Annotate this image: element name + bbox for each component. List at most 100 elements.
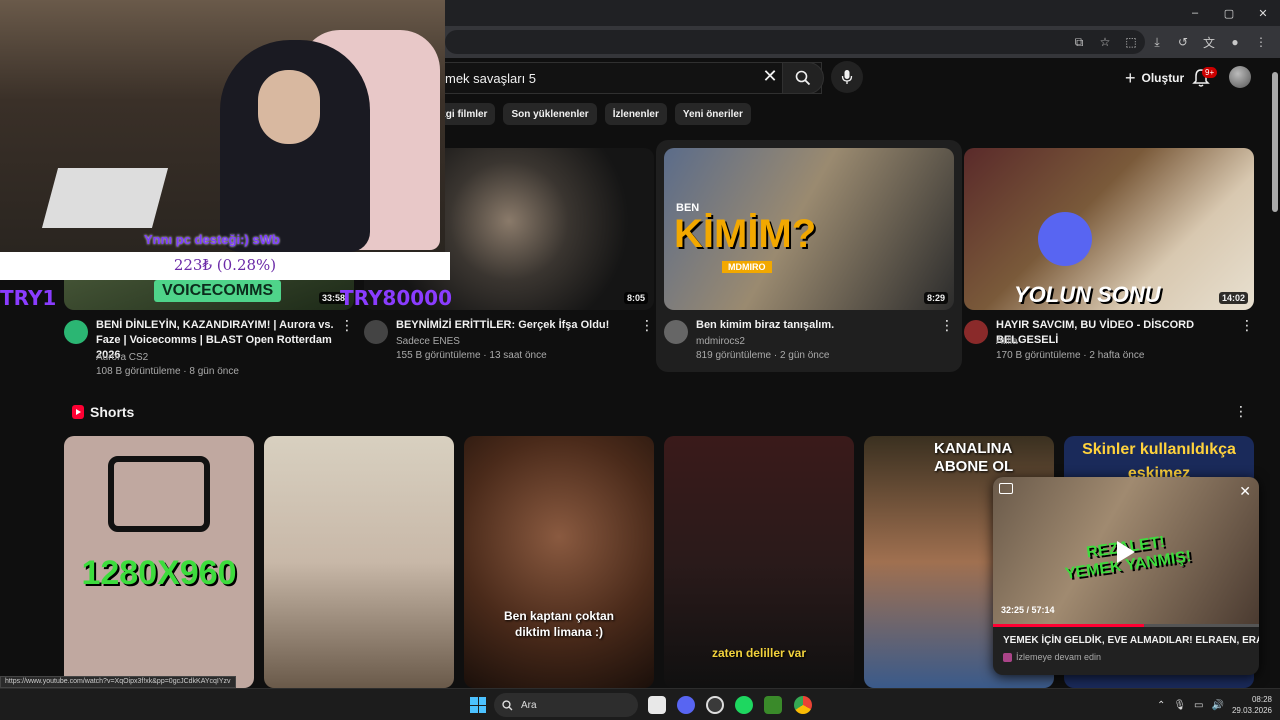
channel-name[interactable]: Atilla [996, 336, 1018, 347]
search-button[interactable] [782, 62, 824, 94]
short-caption: 1280X960 [81, 554, 237, 592]
video-stats: 108 B görüntüleme · 8 gün önce [96, 366, 239, 377]
short-caption: Ben kaptanı çoktan diktim limana :) [503, 609, 615, 639]
channel-name[interactable]: mdmirocs2 [696, 336, 745, 347]
miniplayer-title[interactable]: YEMEK İÇİN GELDİK, EVE ALMADILAR! ELRAEN… [1003, 635, 1259, 646]
video-title[interactable]: HAYIR SAVCIM, BU VİDEO - DİSCORD BELGESE… [996, 318, 1240, 348]
shorts-title: Shorts [90, 404, 135, 420]
network-icon[interactable]: ▭ [1194, 700, 1203, 711]
plus-icon: + [1125, 68, 1136, 88]
channel-avatar[interactable] [664, 320, 688, 344]
video-duration: 14:02 [1218, 292, 1248, 304]
notification-count-badge: 9+ [1202, 67, 1218, 78]
search-icon [795, 70, 811, 86]
microphone-tray-icon[interactable]: 🎙 [1173, 700, 1186, 711]
channel-name[interactable]: Aurora CS2 [96, 352, 148, 363]
short-card[interactable] [264, 436, 454, 688]
more-options-icon[interactable]: ⋮ [1240, 318, 1254, 333]
microphone-icon [841, 70, 853, 84]
close-icon[interactable]: ✕ [1239, 483, 1251, 500]
more-options-icon[interactable]: ⋮ [640, 318, 654, 333]
download-icon[interactable]: ⤓ [1146, 31, 1168, 53]
short-card[interactable]: zaten deliller var [664, 436, 854, 688]
chip-new-to-you[interactable]: Yeni öneriler [674, 103, 751, 125]
clock-date: 29.03.2026 [1231, 706, 1272, 715]
profile-icon[interactable]: ● [1224, 31, 1246, 53]
video-stats: 819 görüntüleme · 2 gün önce [696, 350, 830, 361]
discord-icon[interactable] [677, 696, 695, 714]
video-duration: 8:29 [923, 292, 948, 304]
donation-amount: 223₺ (0.28%) [173, 256, 277, 274]
more-options-icon[interactable]: ⋮ [940, 318, 954, 333]
short-card[interactable]: 1280X960 [64, 436, 254, 688]
channel-avatar[interactable] [364, 320, 388, 344]
play-icon[interactable] [1117, 541, 1135, 563]
miniplayer-time: 32:25 / 57:14 [1001, 605, 1055, 615]
install-app-icon[interactable]: ⧉ [1068, 31, 1090, 53]
maximize-button[interactable]: ▢ [1212, 0, 1246, 26]
tray-chevron-icon[interactable]: ⌃ [1157, 700, 1165, 711]
taskbar-search[interactable]: Ara [494, 693, 638, 717]
windows-taskbar: Ara ⌃ 🎙 ▭ 🔊 08:28 29.03.2026 [0, 688, 1280, 720]
translate-icon[interactable]: 文 [1198, 31, 1220, 53]
obs-icon[interactable] [706, 696, 724, 714]
taskbar-clock[interactable]: 08:28 29.03.2026 [1232, 694, 1272, 716]
continue-watching-label: İzlemeye devam edin [1016, 652, 1102, 662]
taskbar-search-label: Ara [521, 699, 537, 711]
task-view-icon[interactable] [648, 696, 666, 714]
thumbnail-big-text: KİMİM? [674, 212, 817, 256]
channel-name[interactable]: Sadece ENES [396, 336, 460, 347]
chrome-icon[interactable] [794, 696, 812, 714]
expand-icon[interactable] [999, 483, 1013, 494]
volume-icon[interactable]: 🔊 [1212, 700, 1224, 711]
playlist-icon [1003, 652, 1012, 662]
account-avatar[interactable] [1229, 66, 1251, 88]
miniplayer-progress-bar[interactable] [993, 624, 1259, 627]
channel-avatar[interactable] [964, 320, 988, 344]
clock-time: 08:28 [1251, 695, 1272, 704]
clear-search-icon[interactable]: ✕ [760, 66, 780, 86]
scrollbar-thumb[interactable] [1272, 72, 1278, 212]
more-options-icon[interactable]: ⋮ [1234, 403, 1248, 420]
video-thumbnail[interactable]: YOLUN SONU 14:02 [964, 148, 1254, 310]
window-controls: – ▢ ✕ [1178, 0, 1280, 26]
video-title[interactable]: BEYNİMİZİ ERİTTİLER: Gerçek İfşa Oldu! [396, 318, 640, 333]
minimize-button[interactable]: – [1178, 0, 1212, 26]
voice-search-button[interactable] [831, 61, 863, 93]
keyboard [41, 168, 169, 228]
history-icon[interactable]: ↺ [1172, 31, 1194, 53]
more-options-icon[interactable]: ⋮ [340, 318, 354, 333]
page-scrollbar[interactable] [1270, 58, 1280, 690]
video-thumbnail[interactable]: BEN KİMİM? MDMIRO 8:29 [664, 148, 954, 310]
close-window-button[interactable]: ✕ [1246, 0, 1280, 26]
donation-message: Ynnı pc desteği:) sWb [144, 232, 280, 247]
webcam-overlay [0, 0, 445, 252]
chip-watched[interactable]: İzlenenler [604, 103, 667, 125]
chip-recently-uploaded[interactable]: Son yüklenenler [503, 103, 597, 125]
bookmark-star-icon[interactable]: ☆ [1094, 31, 1116, 53]
short-caption: KANALINA ABONE OL [934, 440, 1014, 475]
app-icon[interactable] [764, 696, 782, 714]
miniplayer[interactable]: REZALET! YEMEK YANMIŞ! ✕ 32:25 / 57:14 Y… [993, 477, 1259, 675]
chrome-menu-icon[interactable]: ⋮ [1250, 31, 1272, 53]
overlay-text-left: TRY1 [0, 286, 57, 310]
short-caption: zaten deliller var [711, 646, 807, 660]
miniplayer-video[interactable]: REZALET! YEMEK YANMIŞ! ✕ 32:25 / 57:14 [993, 477, 1259, 627]
video-duration: 8:05 [623, 292, 648, 304]
thumbnail-caption: YOLUN SONU [1014, 282, 1161, 307]
video-title[interactable]: Ben kimim biraz tanışalım. [696, 318, 940, 333]
short-card[interactable]: Ben kaptanı çoktan diktim limana :) [464, 436, 654, 688]
shorts-logo-icon [72, 405, 84, 419]
channel-avatar[interactable] [64, 320, 88, 344]
windows-start-icon[interactable] [470, 697, 486, 713]
address-bar[interactable] [445, 30, 1145, 54]
miniplayer-progress-fill [993, 624, 1144, 627]
spotify-icon[interactable] [735, 696, 753, 714]
extensions-icon[interactable]: ⬚ [1120, 31, 1142, 53]
system-tray: ⌃ 🎙 ▭ 🔊 08:28 29.03.2026 [1157, 689, 1272, 720]
filter-chips: izgi filmler Son yüklenenler İzlenenler … [430, 103, 751, 125]
browser-toolbar-icons: ⧉ ☆ ⬚ ⤓ ↺ 文 ● ⋮ [1068, 26, 1272, 58]
search-query: mek savaşları 5 [445, 70, 537, 86]
fullscreen-icon [108, 456, 210, 532]
create-button[interactable]: + Oluştur [1115, 65, 1194, 91]
